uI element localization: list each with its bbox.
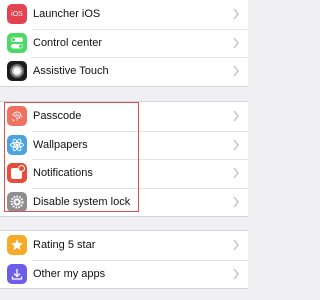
settings-group-bottom: Rating 5 star Other my apps [0, 230, 248, 289]
settings-row-label: Launcher iOS [33, 8, 101, 21]
ios-launcher-icon-text: iOS [11, 10, 23, 18]
toggle-switches-icon [7, 32, 27, 53]
settings-row-label: Assistive Touch [33, 65, 109, 78]
settings-row-label: Passcode [33, 110, 82, 123]
settings-row-label: Control center [33, 36, 103, 49]
chevron-right-icon [233, 110, 239, 122]
settings-row-notifications[interactable]: Notifications [0, 159, 248, 188]
assistive-touch-icon [7, 61, 27, 82]
chevron-right-icon [233, 65, 239, 77]
fingerprint-icon [7, 106, 27, 127]
chevron-right-icon [233, 196, 239, 208]
settings-row-passcode[interactable]: Passcode [0, 102, 248, 131]
settings-row-other-apps[interactable]: Other my apps [0, 259, 248, 289]
chevron-right-icon [233, 37, 239, 49]
ios-launcher-icon: iOS [7, 4, 27, 25]
notification-badge-icon [7, 163, 27, 184]
star-icon [7, 235, 27, 256]
atom-icon [7, 134, 27, 155]
download-icon [7, 263, 27, 284]
chevron-right-icon [233, 167, 239, 179]
chevron-right-icon [233, 139, 239, 151]
gear-icon [7, 191, 27, 212]
settings-group-top: iOS Launcher iOS Control center Assistiv… [0, 0, 248, 87]
settings-row-assistive-touch[interactable]: Assistive Touch [0, 57, 248, 86]
settings-row-label: Other my apps [33, 267, 106, 280]
settings-row-control-center[interactable]: Control center [0, 28, 248, 58]
settings-row-rating[interactable]: Rating 5 star [0, 231, 248, 260]
settings-group-middle: Passcode Wallpapers Notifications Disabl… [0, 101, 248, 217]
settings-row-wallpapers[interactable]: Wallpapers [0, 130, 248, 160]
chevron-right-icon [233, 8, 239, 20]
settings-row-label: Wallpapers [33, 138, 88, 151]
settings-row-label: Rating 5 star [33, 239, 96, 252]
chevron-right-icon [233, 239, 239, 251]
settings-row-disable-system-lock[interactable]: Disable system lock [0, 187, 248, 217]
chevron-right-icon [233, 268, 239, 280]
settings-row-label: Disable system lock [33, 195, 131, 208]
settings-row-launcher-ios[interactable]: iOS Launcher iOS [0, 0, 248, 29]
settings-row-label: Notifications [33, 167, 93, 180]
